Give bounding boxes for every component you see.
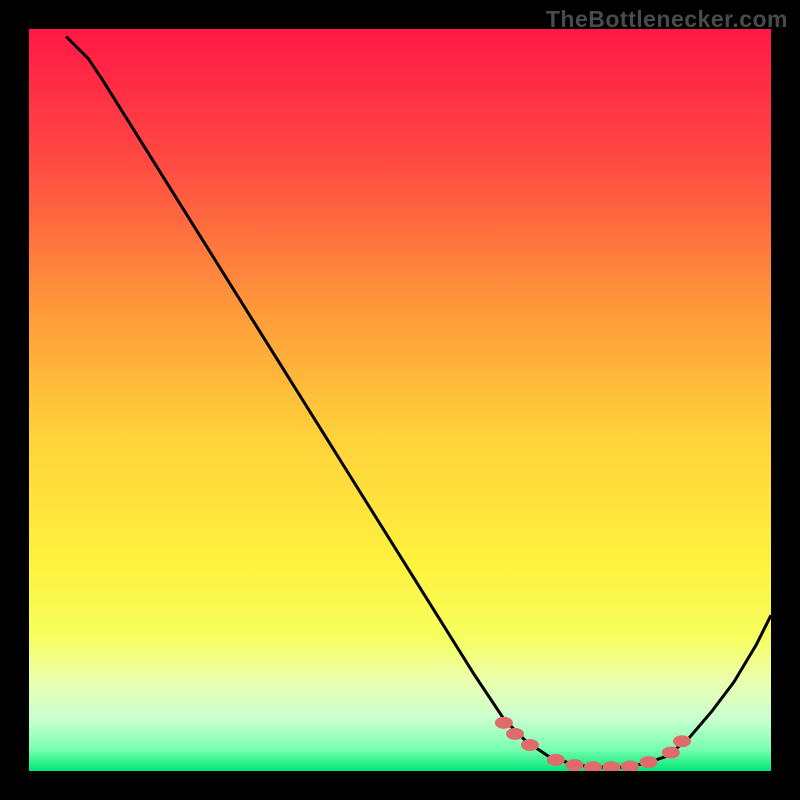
data-marker xyxy=(640,756,658,768)
data-marker xyxy=(495,717,513,729)
data-marker xyxy=(662,747,680,759)
data-marker xyxy=(521,739,539,751)
chart-frame xyxy=(29,29,771,771)
data-marker xyxy=(673,735,691,747)
data-marker xyxy=(547,754,565,766)
data-marker xyxy=(506,728,524,740)
data-marker xyxy=(565,759,583,771)
watermark-text: TheBottlenecker.com xyxy=(546,6,788,33)
chart-svg xyxy=(29,29,771,771)
